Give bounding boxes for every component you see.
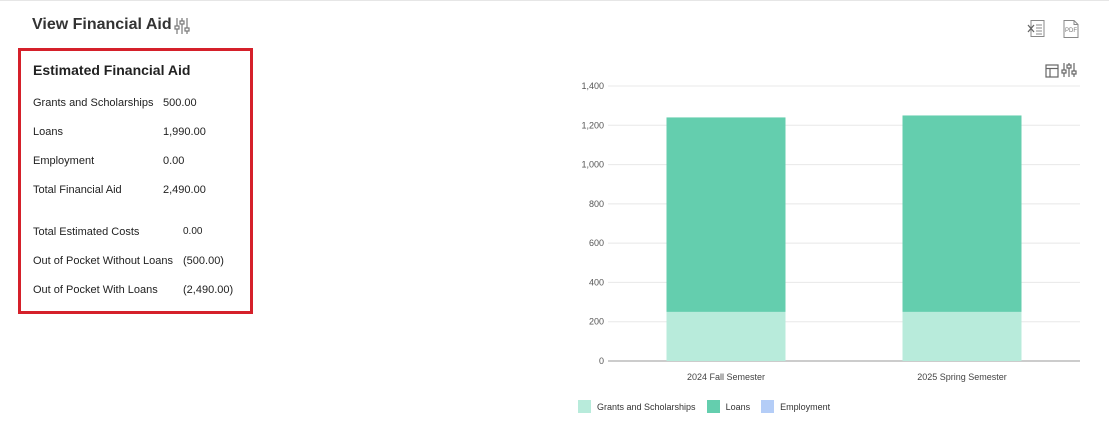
aid-label: Employment — [33, 155, 95, 167]
aid-label: Loans — [33, 126, 63, 138]
sliders-icon[interactable] — [174, 17, 190, 40]
x-tick-label: 2024 Fall Semester — [687, 372, 765, 382]
legend-swatch — [706, 400, 720, 413]
aid-value: 0.00 — [163, 155, 185, 167]
aid-value: 2,490.00 — [163, 184, 206, 196]
bar-segment-grants-and-scholarships — [666, 311, 786, 361]
y-tick-label: 200 — [589, 317, 604, 327]
aid-label: Out of Pocket Without Loans — [33, 255, 174, 267]
stacked-bar-chart: 0 200 400 600 800 1,000 1,200 1,400 2024 Fall Se… — [581, 81, 1080, 382]
y-tick-label: 0 — [599, 356, 604, 366]
aid-label: Grants and Scholarships — [33, 97, 154, 109]
aid-label: Total Estimated Costs — [33, 226, 140, 238]
top-divider — [0, 0, 1109, 1]
y-tick-label: 400 — [589, 277, 604, 287]
legend-item-loans[interactable]: Loans — [706, 400, 751, 413]
pdf-export-icon[interactable]: PDF — [1062, 19, 1080, 44]
y-tick-label: 1,200 — [581, 120, 604, 130]
legend-label: Loans — [725, 401, 751, 412]
excel-export-icon[interactable] — [1026, 19, 1046, 44]
aid-value: 500.00 — [163, 97, 197, 109]
legend-label: Employment — [780, 401, 831, 412]
y-tick-label: 1,000 — [581, 160, 604, 170]
pdf-glyph: PDF — [1065, 28, 1077, 34]
legend-item-employment[interactable]: Employment — [761, 400, 830, 413]
aid-value: 0.00 — [183, 226, 203, 237]
aid-label: Total Financial Aid — [33, 184, 122, 196]
aid-value: (500.00) — [183, 255, 224, 267]
page-title: View Financial Aid — [32, 16, 172, 33]
estimated-financial-aid-panel: Estimated Financial Aid Grants and Schol… — [18, 48, 253, 314]
y-tick-label: 1,400 — [581, 81, 604, 91]
y-tick-label: 600 — [589, 238, 604, 248]
bar-segment-loans — [902, 115, 1022, 312]
aid-value: (2,490.00) — [183, 284, 234, 296]
aid-label: Out of Pocket With Loans — [33, 284, 158, 296]
bar-segment-grants-and-scholarships — [902, 311, 1022, 361]
legend-label: Grants and Scholarships — [597, 401, 696, 412]
x-tick-label: 2025 Spring Semester — [917, 372, 1007, 382]
chart-legend: Grants and Scholarships Loans Employment — [578, 400, 841, 413]
aid-value: 1,990.00 — [163, 126, 206, 138]
bar-segment-loans — [666, 117, 786, 312]
legend-item-grants[interactable]: Grants and Scholarships — [578, 400, 696, 413]
legend-swatch — [578, 400, 591, 413]
y-tick-label: 800 — [589, 199, 604, 209]
legend-swatch — [761, 400, 775, 413]
panel-title: Estimated Financial Aid — [33, 62, 191, 78]
